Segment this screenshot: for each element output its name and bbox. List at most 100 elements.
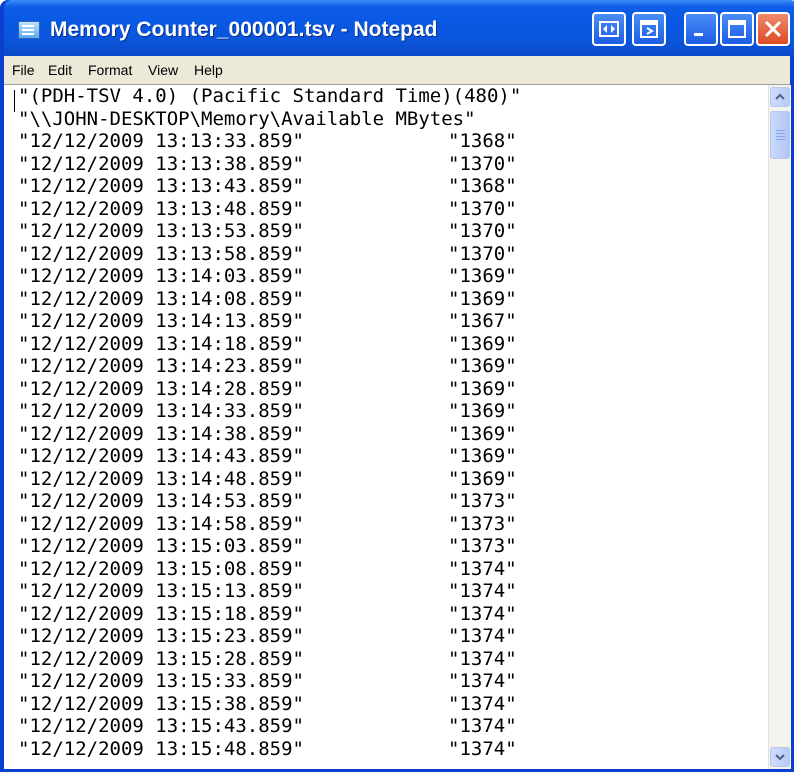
data-row: "12/12/2009 13:13:58.859" "1370" bbox=[12, 243, 762, 266]
menu-bar: File Edit Format View Help bbox=[4, 56, 790, 85]
data-row: "12/12/2009 13:15:23.859" "1374" bbox=[12, 625, 762, 648]
value-cell: "1368" bbox=[448, 130, 517, 152]
timestamp-cell: "12/12/2009 13:14:03.859" bbox=[18, 265, 304, 287]
value-cell: "1369" bbox=[448, 265, 517, 287]
timestamp-cell: "12/12/2009 13:15:28.859" bbox=[18, 647, 304, 670]
value-cell: "1370" bbox=[448, 152, 517, 175]
data-row: "12/12/2009 13:14:28.859" "1369" bbox=[12, 378, 762, 401]
data-row: "12/12/2009 13:13:38.859" "1370" bbox=[12, 153, 762, 176]
maximize-icon bbox=[728, 20, 746, 38]
timestamp-cell: "12/12/2009 13:14:53.859" bbox=[18, 490, 304, 512]
value-cell: "1373" bbox=[448, 535, 517, 557]
data-row: "12/12/2009 13:14:03.859" "1369" bbox=[12, 265, 762, 288]
timestamp-cell: "12/12/2009 13:15:33.859" bbox=[18, 670, 304, 692]
timestamp-cell: "12/12/2009 13:15:38.859" bbox=[18, 692, 304, 715]
maximize-button[interactable] bbox=[720, 12, 754, 46]
timestamp-cell: "12/12/2009 13:14:33.859" bbox=[18, 400, 304, 422]
value-cell: "1373" bbox=[448, 512, 517, 535]
timestamp-cell: "12/12/2009 13:15:18.859" bbox=[18, 602, 304, 625]
data-row: "12/12/2009 13:14:38.859" "1369" bbox=[12, 423, 762, 446]
scroll-down-arrow-icon bbox=[775, 754, 785, 761]
title-bar[interactable]: Memory Counter_000001.tsv - Notepad bbox=[4, 0, 794, 56]
value-cell: "1369" bbox=[448, 422, 517, 445]
notepad-icon[interactable] bbox=[18, 21, 40, 39]
timestamp-cell: "12/12/2009 13:13:53.859" bbox=[18, 220, 304, 242]
minimize-icon bbox=[694, 33, 703, 36]
value-cell: "1374" bbox=[448, 602, 517, 625]
value-cell: "1374" bbox=[448, 737, 517, 760]
value-cell: "1369" bbox=[448, 377, 517, 400]
restore-split-button[interactable] bbox=[592, 12, 626, 46]
timestamp-cell: "12/12/2009 13:14:58.859" bbox=[18, 512, 304, 535]
timestamp-cell: "12/12/2009 13:14:38.859" bbox=[18, 422, 304, 445]
value-cell: "1370" bbox=[448, 242, 517, 265]
data-row: "12/12/2009 13:15:28.859" "1374" bbox=[12, 648, 762, 671]
editor-client-area: "(PDH-TSV 4.0) (Pacific Standard Time)(4… bbox=[4, 84, 791, 769]
timestamp-cell: "12/12/2009 13:15:08.859" bbox=[18, 557, 304, 580]
data-row: "12/12/2009 13:14:08.859" "1369" bbox=[12, 288, 762, 311]
data-row: "12/12/2009 13:15:18.859" "1374" bbox=[12, 603, 762, 626]
value-cell: "1374" bbox=[448, 625, 517, 647]
close-icon bbox=[764, 20, 782, 38]
text-editor[interactable]: "(PDH-TSV 4.0) (Pacific Standard Time)(4… bbox=[12, 85, 762, 769]
value-cell: "1374" bbox=[448, 647, 517, 670]
data-row: "12/12/2009 13:15:33.859" "1374" bbox=[12, 670, 762, 693]
data-row: "12/12/2009 13:14:43.859" "1369" bbox=[12, 445, 762, 468]
data-row: "12/12/2009 13:13:33.859" "1368" bbox=[12, 130, 762, 153]
menu-help[interactable]: Help bbox=[194, 61, 223, 79]
header-line: "(PDH-TSV 4.0) (Pacific Standard Time)(4… bbox=[12, 85, 762, 112]
timestamp-cell: "12/12/2009 13:15:03.859" bbox=[18, 535, 304, 557]
value-cell: "1374" bbox=[448, 715, 517, 737]
value-cell: "1369" bbox=[448, 445, 517, 467]
timestamp-cell: "12/12/2009 13:13:58.859" bbox=[18, 242, 304, 265]
data-row: "12/12/2009 13:15:03.859" "1373" bbox=[12, 535, 762, 558]
data-row: "12/12/2009 13:15:13.859" "1374" bbox=[12, 580, 762, 603]
data-row: "12/12/2009 13:14:23.859" "1369" bbox=[12, 355, 762, 378]
scroll-up-button[interactable] bbox=[770, 87, 790, 107]
data-row: "12/12/2009 13:15:08.859" "1374" bbox=[12, 558, 762, 581]
vertical-scrollbar[interactable] bbox=[768, 85, 791, 769]
timestamp-cell: "12/12/2009 13:14:28.859" bbox=[18, 377, 304, 400]
timestamp-cell: "12/12/2009 13:15:48.859" bbox=[18, 737, 304, 760]
data-row: "12/12/2009 13:15:38.859" "1374" bbox=[12, 693, 762, 716]
menu-edit[interactable]: Edit bbox=[48, 61, 72, 79]
value-cell: "1373" bbox=[448, 490, 517, 512]
header-line: "\\JOHN-DESKTOP\Memory\Available MBytes" bbox=[12, 108, 762, 131]
notepad-window: Memory Counter_000001.tsv - Notepad File… bbox=[0, 0, 794, 772]
close-button[interactable] bbox=[756, 12, 790, 46]
restore-split-icon bbox=[599, 21, 619, 37]
scroll-down-button[interactable] bbox=[770, 747, 790, 767]
header-text: "\\JOHN-DESKTOP\Memory\Available MBytes" bbox=[18, 107, 476, 130]
data-row: "12/12/2009 13:13:48.859" "1370" bbox=[12, 198, 762, 221]
value-cell: "1370" bbox=[448, 220, 517, 242]
value-cell: "1374" bbox=[448, 580, 517, 602]
window-title: Memory Counter_000001.tsv - Notepad bbox=[50, 18, 438, 41]
value-cell: "1370" bbox=[448, 197, 517, 220]
value-cell: "1367" bbox=[448, 310, 517, 332]
value-cell: "1374" bbox=[448, 670, 517, 692]
data-row: "12/12/2009 13:14:33.859" "1369" bbox=[12, 400, 762, 423]
menu-format[interactable]: Format bbox=[88, 61, 132, 79]
value-cell: "1369" bbox=[448, 332, 517, 355]
timestamp-cell: "12/12/2009 13:13:33.859" bbox=[18, 130, 304, 152]
value-cell: "1369" bbox=[448, 355, 517, 377]
value-cell: "1368" bbox=[448, 175, 517, 197]
timestamp-cell: "12/12/2009 13:13:38.859" bbox=[18, 152, 304, 175]
data-row: "12/12/2009 13:13:53.859" "1370" bbox=[12, 220, 762, 243]
minimize-button[interactable] bbox=[684, 12, 718, 46]
timestamp-cell: "12/12/2009 13:14:23.859" bbox=[18, 355, 304, 377]
data-row: "12/12/2009 13:13:43.859" "1368" bbox=[12, 175, 762, 198]
value-cell: "1369" bbox=[448, 467, 517, 490]
timestamp-cell: "12/12/2009 13:13:43.859" bbox=[18, 175, 304, 197]
data-row: "12/12/2009 13:14:13.859" "1367" bbox=[12, 310, 762, 333]
timestamp-cell: "12/12/2009 13:14:48.859" bbox=[18, 467, 304, 490]
data-row: "12/12/2009 13:14:48.859" "1369" bbox=[12, 468, 762, 491]
data-row: "12/12/2009 13:14:18.859" "1369" bbox=[12, 333, 762, 356]
maximize-alt-button[interactable] bbox=[632, 12, 666, 46]
header-text: "(PDH-TSV 4.0) (Pacific Standard Time)(4… bbox=[18, 85, 522, 107]
scroll-thumb[interactable] bbox=[770, 111, 790, 159]
timestamp-cell: "12/12/2009 13:14:18.859" bbox=[18, 332, 304, 355]
value-cell: "1369" bbox=[448, 400, 517, 422]
menu-view[interactable]: View bbox=[148, 61, 178, 79]
menu-file[interactable]: File bbox=[12, 61, 35, 79]
